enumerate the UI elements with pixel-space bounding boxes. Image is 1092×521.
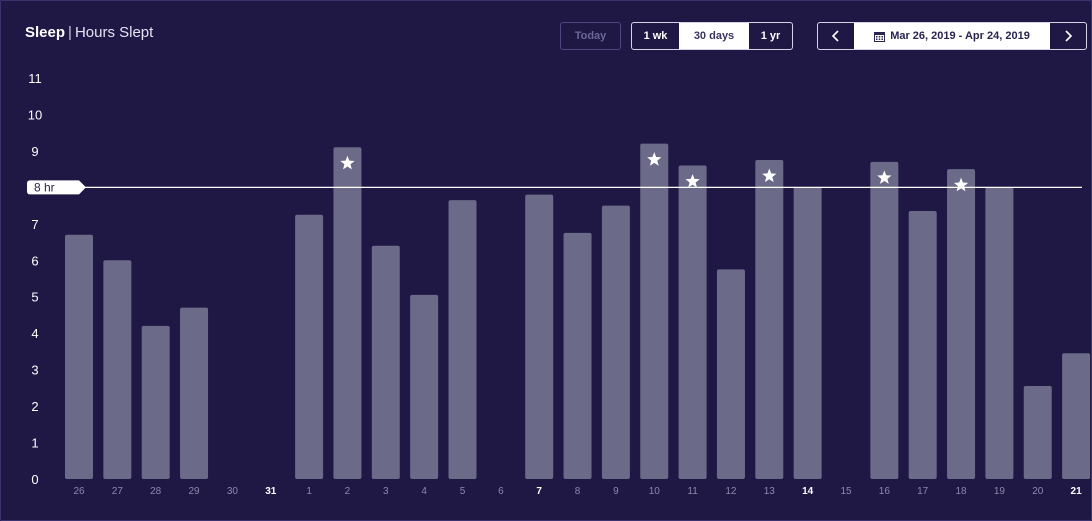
y-tick-label: 2 [31,399,38,414]
x-tick-label: 3 [383,486,389,497]
y-tick-label: 5 [31,290,38,305]
bar [1062,353,1091,479]
x-tick-label: 5 [460,486,466,497]
bar [180,307,209,479]
x-tick-label: 8 [575,486,581,497]
bar [410,294,439,479]
x-tick-label: 4 [421,486,427,497]
x-tick-label: 9 [613,486,619,497]
bar [1023,386,1052,479]
x-tick-label: 2 [345,486,351,497]
x-tick-label: 19 [994,486,1006,497]
bar [601,205,630,479]
y-tick-label: 11 [28,71,42,86]
bar [678,165,707,479]
x-tick-label: 30 [227,486,239,497]
y-tick-label: 10 [28,107,42,122]
x-tick-label: 31 [265,486,277,497]
x-tick-label: 16 [879,486,891,497]
bar [908,211,937,480]
x-tick-label: 28 [150,486,162,497]
x-tick-label: 18 [955,486,967,497]
bar [640,143,669,480]
bar [947,169,976,480]
bar [755,160,784,480]
x-tick-label: 12 [725,486,737,497]
x-tick-label: 26 [73,486,85,497]
goal-label: 8 hr [34,180,55,194]
x-tick-label: 17 [917,486,929,497]
x-tick-label: 14 [802,486,814,497]
x-tick-label: 21 [1071,486,1083,497]
bar [793,187,822,479]
bar [333,147,362,479]
y-tick-label: 9 [31,144,38,159]
x-tick-label: 27 [112,486,124,497]
x-tick-label: 6 [498,486,504,497]
x-tick-label: 11 [687,486,698,497]
bar [295,214,324,480]
x-tick-label: 13 [764,486,776,497]
x-tick-label: 10 [649,486,661,497]
y-tick-label: 1 [31,436,38,451]
bar [716,269,745,479]
x-tick-label: 7 [536,486,542,497]
y-tick-label: 7 [31,217,38,232]
x-tick-label: 15 [840,486,852,497]
bar [141,325,170,479]
bar [870,161,899,479]
y-tick-label: 3 [31,363,38,378]
bar [65,234,93,479]
y-tick-label: 4 [31,326,38,341]
bar [985,187,1014,479]
x-tick-label: 20 [1032,486,1044,497]
bar [525,194,554,479]
y-tick-label: 0 [31,472,38,487]
x-tick-label: 29 [188,486,200,497]
sleep-bar-chart: 0123456789101126272829303112345678910111… [27,71,1091,497]
bar [563,232,592,479]
bar [448,200,477,479]
bar [371,245,400,479]
x-tick-label: 1 [306,486,312,497]
bar [103,260,132,479]
y-tick-label: 6 [31,253,38,268]
